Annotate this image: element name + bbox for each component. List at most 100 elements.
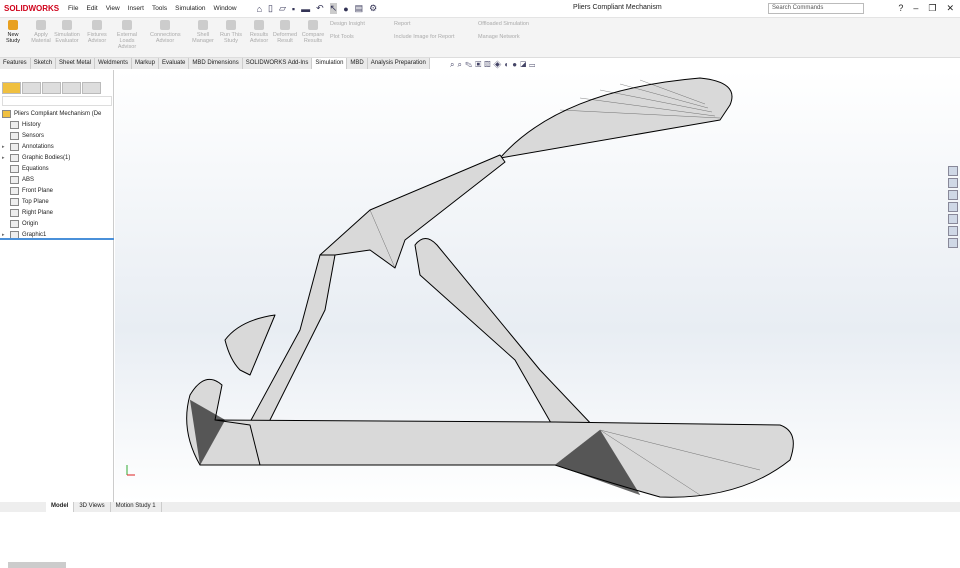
tab-simulation[interactable]: Simulation — [312, 58, 348, 69]
design-library-icon[interactable] — [948, 178, 958, 188]
menu-file[interactable]: File — [68, 5, 78, 12]
tree-item[interactable]: Front Plane — [2, 185, 114, 196]
bottom-tab-model[interactable]: Model — [46, 502, 75, 512]
tree-item-label: ABS — [22, 176, 35, 183]
tree-item-icon — [10, 153, 19, 162]
ribbon-button-simulation-evaluator[interactable]: Simulation Evaluator — [52, 20, 82, 44]
tree-item[interactable]: Sensors — [2, 130, 114, 141]
tree-item[interactable]: Equations — [2, 163, 114, 174]
menu-edit[interactable]: Edit — [86, 5, 97, 12]
rollback-bar[interactable] — [0, 238, 114, 240]
menu-window[interactable]: Window — [213, 5, 236, 12]
tree-item-icon — [10, 120, 19, 129]
resources-icon[interactable] — [948, 166, 958, 176]
graphics-area[interactable] — [115, 70, 960, 502]
search-commands-input[interactable]: Search Commands — [768, 3, 864, 14]
bottom-tab-3d-views[interactable]: 3D Views — [74, 502, 111, 512]
ribbon-button-external-loads-advisor[interactable]: External Loads Advisor — [112, 20, 142, 50]
home-icon[interactable]: ⌂ — [257, 4, 262, 14]
tab-features[interactable]: Features — [0, 58, 31, 69]
ribbon-button-connections-advisor[interactable]: Connections Advisor — [150, 20, 181, 44]
rebuild-icon[interactable]: ● — [343, 4, 348, 14]
tree-item[interactable]: Origin — [2, 218, 114, 229]
menu-simulation[interactable]: Simulation — [175, 5, 205, 12]
tab-markup[interactable]: Markup — [132, 58, 159, 69]
tree-item-label: Sensors — [22, 132, 45, 139]
restore-icon[interactable]: ❐ — [928, 3, 936, 14]
tree-item[interactable]: ABS — [2, 174, 114, 185]
ribbon-button-fixtures-advisor[interactable]: Fixtures Advisor — [82, 20, 112, 44]
minimize-icon[interactable]: – — [913, 3, 918, 14]
tree-item-label: Front Plane — [22, 187, 54, 194]
expand-arrow-icon[interactable]: ▸ — [2, 155, 10, 161]
dimxpert-tab[interactable] — [62, 82, 81, 94]
configuration-manager-tab[interactable] — [42, 82, 61, 94]
tab-sketch[interactable]: Sketch — [31, 58, 57, 69]
offloaded-simulation-button[interactable]: Offloaded Simulation — [478, 21, 529, 27]
solidworks-logo: SOLIDWORKS — [4, 4, 60, 13]
menu-tools[interactable]: Tools — [152, 5, 167, 12]
button-icon — [226, 20, 236, 30]
tree-filter-input[interactable] — [2, 96, 112, 106]
tree-item[interactable]: Right Plane — [2, 207, 114, 218]
tab-sheet-metal[interactable]: Sheet Metal — [56, 58, 96, 69]
close-icon[interactable]: ✕ — [946, 3, 954, 14]
tree-item[interactable]: Top Plane — [2, 196, 114, 207]
feature-manager-tab[interactable] — [2, 82, 21, 94]
file-explorer-icon[interactable] — [948, 190, 958, 200]
new-file-icon[interactable]: ▯ — [268, 3, 273, 14]
design-insight-button[interactable]: Design Insight — [330, 21, 365, 27]
help-icon[interactable]: ? — [898, 3, 903, 14]
tree-root[interactable]: Pliers Compliant Mechanism (De — [2, 108, 114, 119]
tab-solidworks-add-ins[interactable]: SOLIDWORKS Add-Ins — [243, 58, 313, 69]
ribbon-button-shell-manager[interactable]: Shell Manager — [188, 20, 218, 44]
file-properties-icon[interactable]: ▤ — [355, 3, 364, 14]
tree-item-label: Top Plane — [22, 198, 49, 205]
new-study-button[interactable]: New Study — [3, 20, 23, 44]
tree-item-label: History — [22, 121, 41, 128]
plot-tools-button[interactable]: Plot Tools — [330, 34, 354, 40]
display-manager-tab[interactable] — [82, 82, 101, 94]
tab-evaluate[interactable]: Evaluate — [159, 58, 190, 69]
manage-network-button[interactable]: Manage Network — [478, 34, 520, 40]
button-label: Simulation Evaluator — [54, 32, 80, 44]
tree-item[interactable]: ▸ Annotations — [2, 141, 114, 152]
button-icon — [92, 20, 102, 30]
bottom-tab-motion-study-1[interactable]: Motion Study 1 — [111, 502, 162, 512]
report-button[interactable]: Report — [394, 21, 411, 27]
include-image-button[interactable]: Include Image for Report — [394, 34, 455, 40]
ribbon-button-deformed-result[interactable]: Deformed Result — [270, 20, 300, 44]
feature-manager-panel: Pliers Compliant Mechanism (De History Se… — [0, 70, 114, 568]
upper-arm — [319, 154, 506, 269]
diagonal-arm — [414, 238, 596, 431]
options-gear-icon[interactable]: ⚙ — [369, 3, 377, 14]
tab-mbd[interactable]: MBD — [347, 58, 368, 69]
expand-arrow-icon[interactable]: ▸ — [2, 232, 10, 238]
heads-up-view-toolbar[interactable]: ⌕⌕✎▣▧◈◐●◪▭ — [450, 60, 538, 70]
horizontal-scrollbar[interactable] — [8, 562, 66, 568]
tree-item-icon — [10, 186, 19, 195]
custom-properties-icon[interactable] — [948, 226, 958, 236]
button-label: Run This Study — [220, 32, 242, 44]
button-label: Deformed Result — [272, 32, 298, 44]
tree-item[interactable]: History — [2, 119, 114, 130]
print-icon[interactable]: ▬ — [301, 4, 310, 14]
expand-arrow-icon[interactable]: ▸ — [2, 144, 10, 150]
tab-mbd-dimensions[interactable]: MBD Dimensions — [189, 58, 243, 69]
menu-insert[interactable]: Insert — [128, 5, 144, 12]
ribbon-button-compare-results[interactable]: Compare Results — [298, 20, 328, 44]
tab-analysis-preparation[interactable]: Analysis Preparation — [368, 58, 430, 69]
tab-weldments[interactable]: Weldments — [95, 58, 132, 69]
appearances-icon[interactable] — [948, 214, 958, 224]
menu-view[interactable]: View — [106, 5, 120, 12]
ribbon-button-run-this-study[interactable]: Run This Study — [216, 20, 246, 44]
undo-icon[interactable]: ↶ — [316, 3, 324, 14]
tree-item[interactable]: ▸ Graphic Bodies(1) — [2, 152, 114, 163]
save-icon[interactable]: ▪ — [292, 4, 295, 14]
select-icon[interactable]: ↖ — [329, 3, 338, 14]
open-icon[interactable]: ▱ — [279, 3, 286, 14]
bottom-tabs: Model 3D Views Motion Study 1 — [0, 502, 960, 512]
view-palette-icon[interactable] — [948, 202, 958, 212]
solidworks-forum-icon[interactable] — [948, 238, 958, 248]
property-manager-tab[interactable] — [22, 82, 41, 94]
